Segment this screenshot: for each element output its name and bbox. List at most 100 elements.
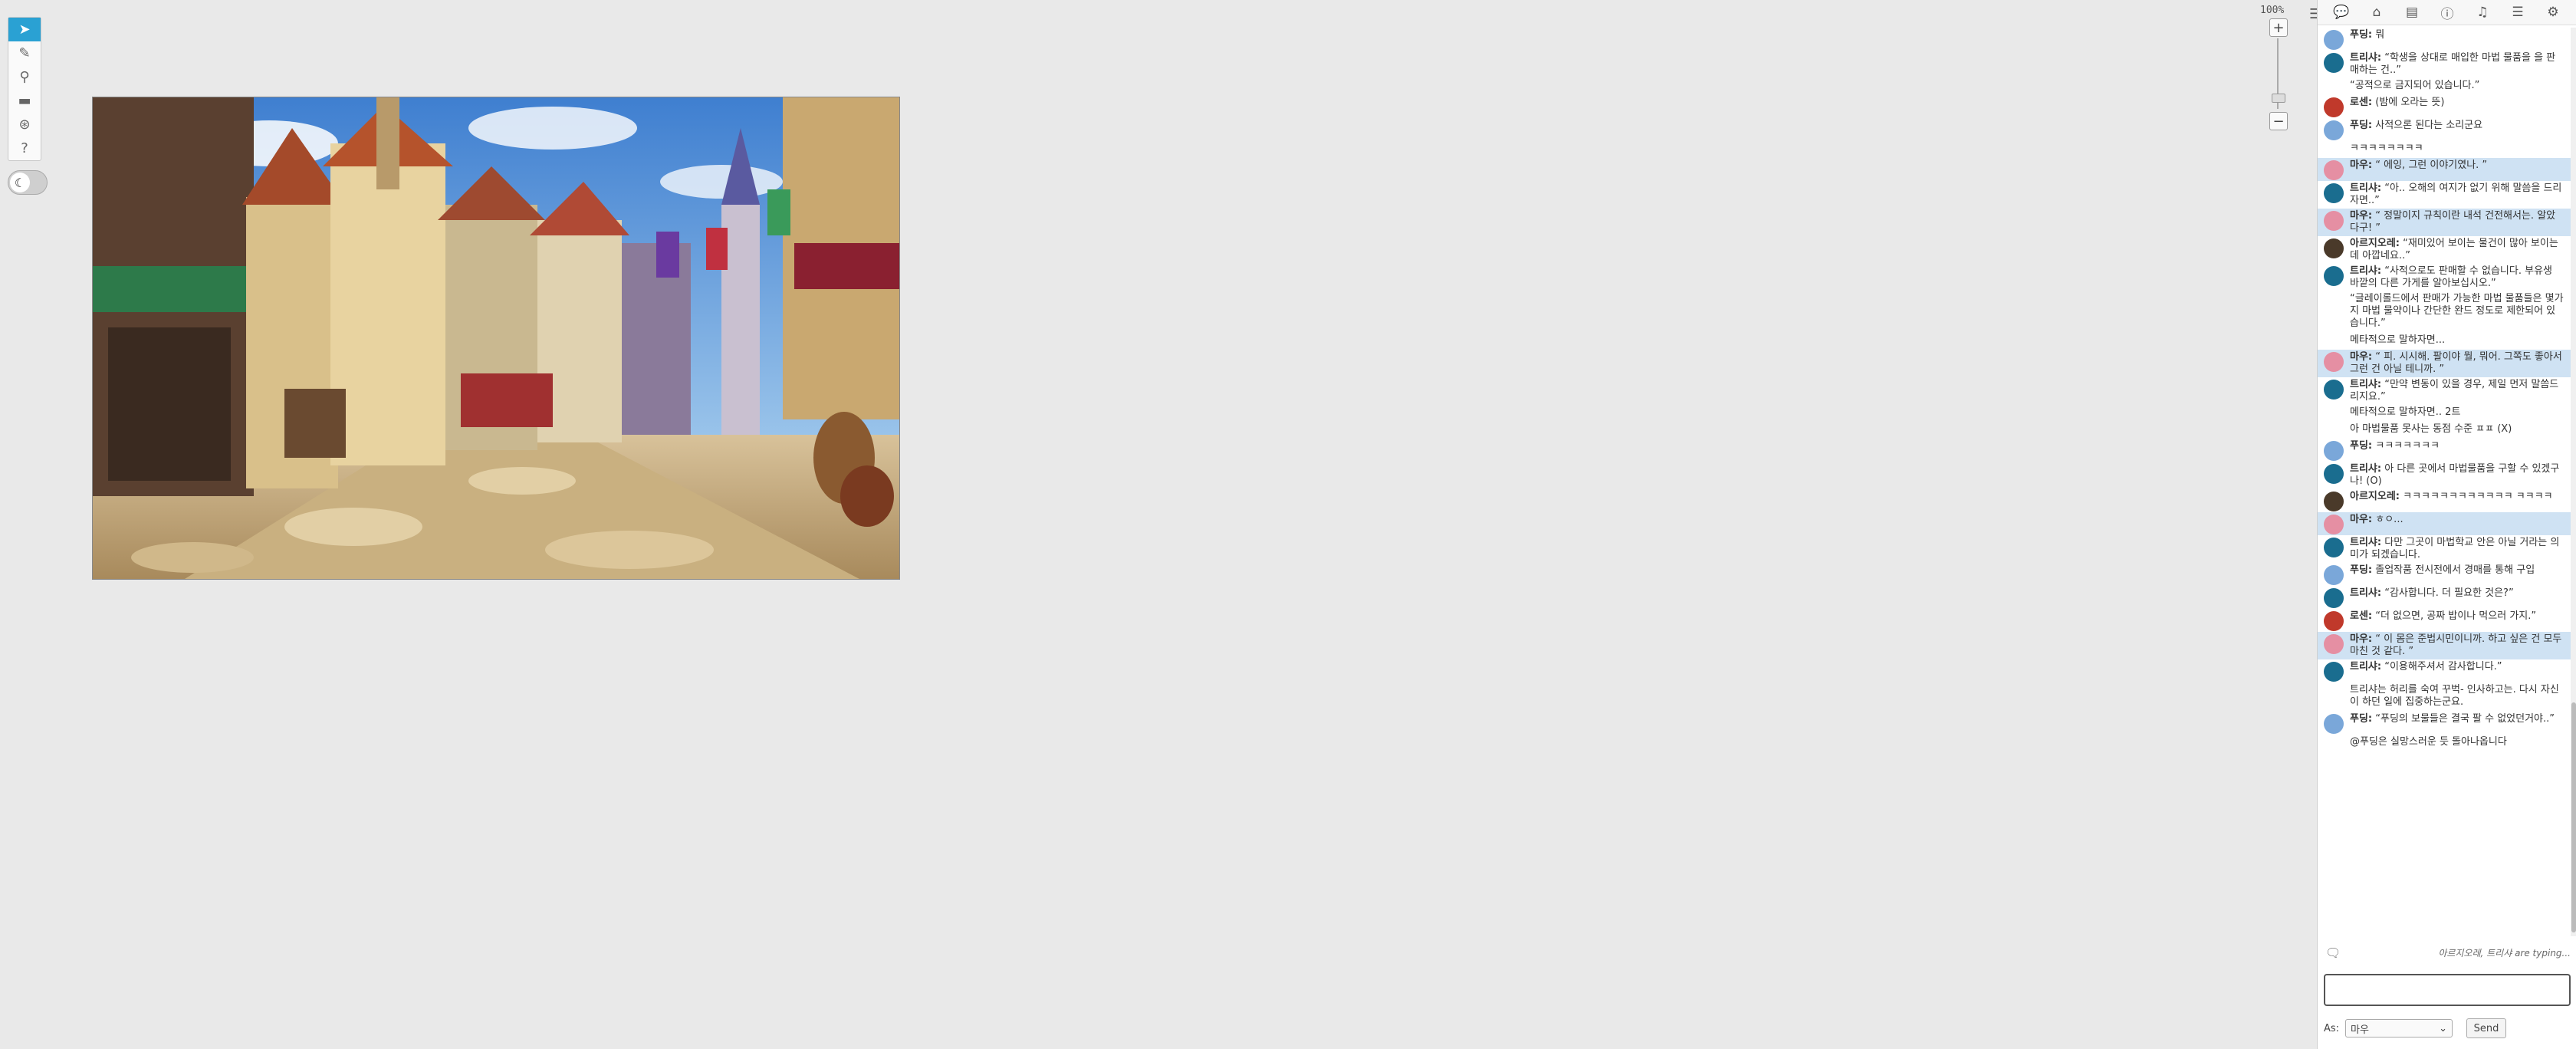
- list-tab[interactable]: ☰: [2505, 2, 2530, 22]
- measure-icon: ▬: [18, 93, 31, 109]
- select-tool[interactable]: ➤: [8, 18, 41, 41]
- message-author: 트리샤:: [2350, 183, 2382, 194]
- chat-scrollbar[interactable]: [2571, 28, 2576, 936]
- info-tab[interactable]: ⓘ: [2435, 2, 2459, 22]
- help-tool[interactable]: ?: [8, 136, 41, 160]
- message-author: 트리샤:: [2350, 463, 2382, 475]
- chat-message: 푸딩: 뭐: [2318, 28, 2571, 51]
- chat-scroll-thumb[interactable]: [2571, 702, 2576, 932]
- speaking-as-row: As: 마우 ⌄ Send: [2324, 1017, 2571, 1040]
- message-text: “아.. 오해의 여지가 없기 위해 말씀을 드리자면..”: [2350, 183, 2562, 206]
- avatar: [2324, 97, 2344, 117]
- jukebox-icon: ♫: [2476, 5, 2489, 20]
- chat-message: 마우: ㅎㅇ...: [2318, 512, 2571, 535]
- message-author: 푸딩:: [2350, 120, 2373, 131]
- message-continuation: @푸딩은 실망스러운 듯 돌아나옵니다: [2350, 736, 2507, 748]
- tabletop-canvas[interactable]: [0, 0, 2317, 1049]
- art-tab[interactable]: ⌂: [2364, 2, 2389, 22]
- zoom-in-button[interactable]: +: [2269, 18, 2288, 37]
- message-continuation: 메타적으로 말하자면...: [2350, 334, 2446, 346]
- avatar: [2324, 30, 2344, 50]
- message-text: 졸업작품 전시전에서 경매를 통해 구입: [2375, 564, 2535, 576]
- message-text: 다만 그곳이 마법학교 안은 아닐 거라는 의미가 되겠습니다.: [2350, 537, 2560, 561]
- avatar: [2324, 565, 2344, 585]
- zoom-handle[interactable]: [2272, 94, 2285, 103]
- message-author: 마우:: [2350, 210, 2373, 222]
- zoom-out-button[interactable]: −: [2269, 112, 2288, 130]
- chat-message: 트리샤: “사적으로도 판매할 수 없습니다. 부유생 바깥의 다른 가게를 알…: [2318, 264, 2571, 291]
- message-author: 마우:: [2350, 351, 2373, 363]
- settings-tab[interactable]: ⚙: [2541, 2, 2565, 22]
- chevron-down-icon: ⌄: [2439, 1022, 2448, 1034]
- jukebox-tab[interactable]: ♫: [2470, 2, 2495, 22]
- message-text: ㅋㅋㅋㅋㅋㅋㅋ: [2375, 440, 2440, 452]
- list-icon: ☰: [2512, 5, 2524, 20]
- journal-tab[interactable]: ▤: [2400, 2, 2424, 22]
- message-author: 푸딩:: [2350, 564, 2373, 576]
- speaking-as-select[interactable]: 마우 ⌄: [2345, 1019, 2453, 1037]
- message-continuation: “글레이롤드에서 판매가 가능한 마법 물품들은 몇가지 마법 물약이나 간단한…: [2350, 293, 2564, 329]
- chat-log[interactable]: 푸딩: 뭐 트리샤: “학생을 상대로 매입한 마법 물품을 을 판매하는 건..…: [2318, 28, 2571, 936]
- message-author: 트리샤:: [2350, 661, 2382, 672]
- chat-message: 푸딩: ㅋㅋㅋㅋㅋㅋㅋ: [2318, 439, 2571, 462]
- message-continuation: 트리샤는 허리를 숙여 꾸벅- 인사하고는. 다시 자신이 하던 일에 집중하는…: [2350, 684, 2559, 708]
- message-text: “만약 변동이 있을 경우, 제일 먼저 말씀드리지요.”: [2350, 379, 2559, 403]
- message-author: 마우:: [2350, 633, 2373, 645]
- avatar: [2324, 352, 2344, 372]
- avatar: [2324, 515, 2344, 534]
- measure-tool[interactable]: ▬: [8, 89, 41, 113]
- chat-message: 아르지오레: “재미있어 보이는 물건이 많아 보이는데 아깝네요..”: [2318, 236, 2571, 264]
- message-text: “ 정말이지 규칙이란 내석 건전해서는. 알았다구! ”: [2350, 210, 2556, 234]
- avatar: [2324, 538, 2344, 557]
- message-author: 트리샤:: [2350, 537, 2382, 548]
- dark-mode-toggle[interactable]: ☾: [8, 170, 48, 195]
- settings-icon: ⚙: [2547, 5, 2559, 20]
- chat-icon: 💬: [2333, 5, 2350, 20]
- message-text: “ 이 몸은 준법시민이니까. 하고 싶은 건 모두 마친 것 같다. ”: [2350, 633, 2562, 657]
- help-icon: ?: [21, 140, 28, 156]
- message-text: “더 없으면, 공짜 밥이나 먹으러 가지.”: [2375, 610, 2537, 622]
- market-town-map-image[interactable]: [92, 97, 900, 580]
- message-author: 트리샤:: [2350, 265, 2382, 277]
- chat-message: 푸딩: 사적으론 된다는 소리군요: [2318, 118, 2571, 141]
- zoom-tool[interactable]: ⚲: [8, 65, 41, 89]
- chat-message: 마우: “ 정말이지 규칙이란 내석 건전해서는. 알았다구! ”: [2318, 209, 2571, 236]
- chat-message: 트리샤: “이용해주셔서 감사합니다.”: [2318, 659, 2571, 682]
- message-author: 트리샤:: [2350, 379, 2382, 390]
- roll-tool[interactable]: ⊛: [8, 113, 41, 136]
- message-text: 뭐: [2375, 29, 2385, 41]
- message-continuation: “공적으로 금지되어 있습니다.”: [2350, 80, 2480, 91]
- chat-message: 로센: (밤에 오라는 뜻): [2318, 95, 2571, 118]
- message-author: 마우:: [2350, 159, 2373, 171]
- message-author: 아르지오레:: [2350, 238, 2400, 249]
- sidebar-tabs: 💬 ⌂ ▤ ⓘ ♫ ☰ ⚙: [2318, 0, 2576, 25]
- message-author: 푸딩:: [2350, 713, 2373, 725]
- message-author: 트리샤:: [2350, 52, 2382, 64]
- avatar: [2324, 714, 2344, 734]
- message-text: “ 피. 시시해. 팔이야 뭘, 뭐어. 그쪽도 좋아서 그런 건 아닐 테니까…: [2350, 351, 2562, 375]
- right-sidebar: 💬 ⌂ ▤ ⓘ ♫ ☰ ⚙ 푸딩: 뭐 트리샤: “학생을 상대로 매입한 마법 물품을 을 …: [2317, 0, 2576, 1049]
- typing-text: 아르지오레, 트리샤 are typing...: [2438, 947, 2571, 959]
- chat-message: 아르지오레: ㅋㅋㅋㅋㅋㅋㅋㅋㅋㅋㅋㅋ ㅋㅋㅋㅋ: [2318, 489, 2571, 512]
- avatar: [2324, 662, 2344, 682]
- avatar: [2324, 238, 2344, 258]
- select-icon: ➤: [18, 21, 31, 38]
- send-button[interactable]: Send: [2466, 1018, 2507, 1038]
- zoom-slider[interactable]: + −: [2269, 17, 2288, 132]
- avatar: [2324, 160, 2344, 180]
- message-text: (밤에 오라는 뜻): [2375, 97, 2445, 108]
- avatar: [2324, 266, 2344, 286]
- typing-indicator: 🗨 아르지오레, 트리샤 are typing...: [2318, 939, 2576, 966]
- draw-tool[interactable]: ✎: [8, 41, 41, 65]
- message-text: “푸딩의 보물들은 결국 팔 수 없었던거야..”: [2375, 713, 2555, 725]
- chat-bubble-icon: 🗨: [2325, 945, 2341, 960]
- message-text: 사적으론 된다는 소리군요: [2375, 120, 2483, 131]
- tool-palette: ➤ ✎ ⚲ ▬ ⊛?: [8, 17, 41, 161]
- chat-input[interactable]: [2324, 974, 2571, 1006]
- chat-tab[interactable]: 💬: [2329, 2, 2354, 22]
- avatar: [2324, 492, 2344, 511]
- as-label: As:: [2324, 1022, 2340, 1034]
- chat-message: 트리샤: “학생을 상대로 매입한 마법 물품을 을 판매하는 건..”: [2318, 51, 2571, 78]
- chat-message: 트리샤: “아.. 오해의 여지가 없기 위해 말씀을 드리자면..”: [2318, 181, 2571, 209]
- avatar: [2324, 611, 2344, 631]
